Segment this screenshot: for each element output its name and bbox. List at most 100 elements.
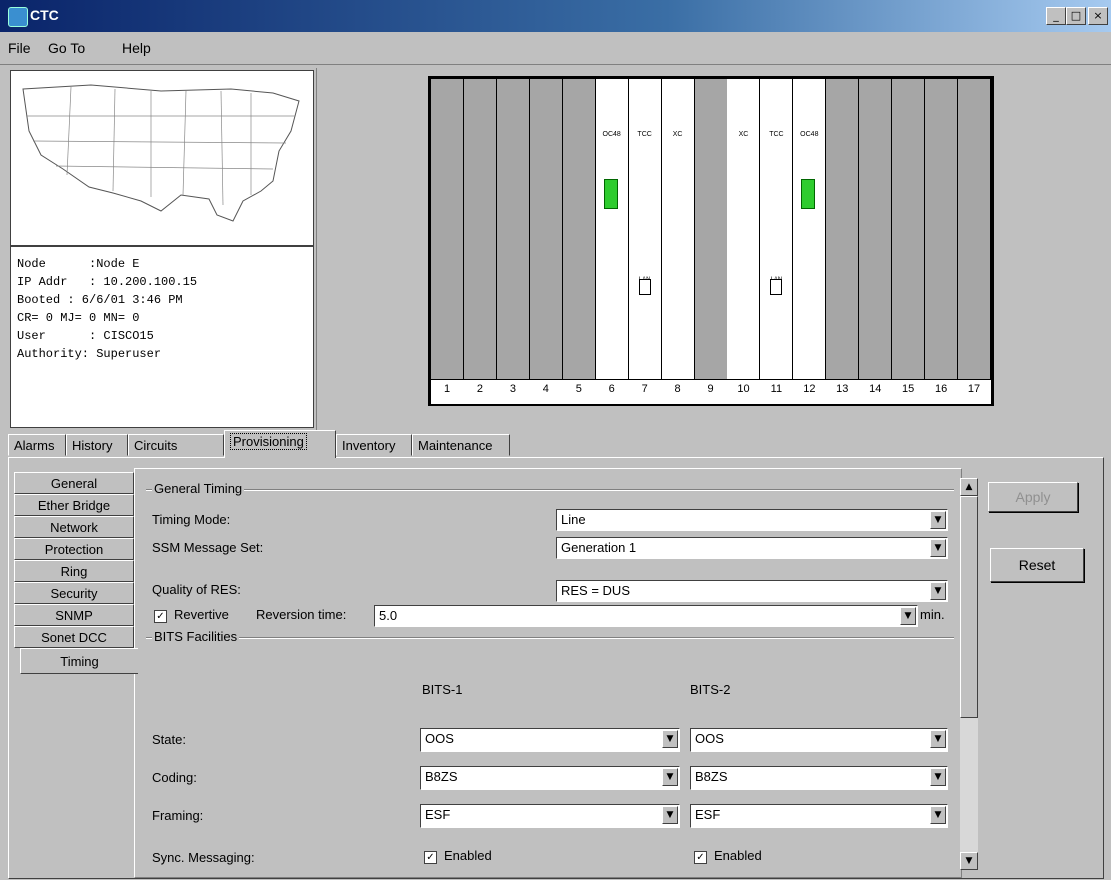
tab-history[interactable]: History (66, 434, 128, 456)
chevron-down-icon[interactable]: ▼ (662, 730, 678, 748)
bits-1-sync-label: Enabled (444, 848, 492, 863)
empty-slot-17[interactable] (958, 79, 992, 379)
empty-slot-15[interactable] (892, 79, 926, 379)
empty-slot-13[interactable] (826, 79, 860, 379)
window-title: CTC (30, 7, 59, 23)
quality-of-res-select[interactable]: RES = DUS ▼ (556, 580, 948, 602)
bits-1-coding-select[interactable]: B8ZS ▼ (420, 766, 680, 790)
sidetab-protection[interactable]: Protection (14, 538, 134, 560)
slot-number: 5 (575, 383, 582, 395)
card-slot-12[interactable]: OC48 (793, 79, 827, 379)
bits-2-framing-select[interactable]: ESF ▼ (690, 804, 948, 828)
chevron-down-icon[interactable]: ▼ (930, 539, 946, 557)
bits-1-sync-checkbox[interactable]: ✓ (424, 851, 437, 864)
chevron-down-icon[interactable]: ▼ (930, 511, 946, 529)
authority: Authority: Superuser (17, 347, 162, 361)
tab-inventory[interactable]: Inventory (336, 434, 412, 456)
slot-number: 17 (967, 383, 981, 395)
close-button[interactable]: × (1088, 7, 1108, 25)
vertical-scrollbar[interactable]: ▲ ▼ (960, 478, 978, 870)
slot-number: 12 (803, 383, 816, 395)
slot-number: 2 (476, 383, 483, 395)
card-slot-6[interactable]: OC48 (595, 79, 629, 379)
slot-number: 8 (674, 383, 681, 395)
card-slot-11[interactable]: TCCLAN (760, 79, 794, 379)
tab-circuits[interactable]: Circuits (128, 434, 224, 456)
minimize-button[interactable]: _ (1046, 7, 1066, 25)
empty-slot-9[interactable] (694, 79, 728, 379)
tab-provisioning[interactable]: Provisioning (224, 430, 336, 458)
menu-bar (0, 32, 1111, 60)
scroll-thumb[interactable] (960, 496, 978, 718)
card-label: OC48 (602, 131, 621, 138)
empty-slot-3[interactable] (496, 79, 530, 379)
empty-slot-1[interactable] (431, 79, 464, 379)
slot-number: 10 (737, 383, 750, 395)
node-info-panel: Node :Node E IP Addr : 10.200.100.15 Boo… (10, 246, 314, 428)
status-led-icon (801, 179, 816, 209)
card-label: XC (738, 131, 749, 138)
menu-file[interactable]: File (8, 40, 31, 56)
empty-slot-16[interactable] (925, 79, 959, 379)
bits-2-state-value: OOS (695, 731, 724, 746)
shelf-graphic[interactable]: OC48TCCLANXCXCTCCLANOC48 123456789101112… (428, 76, 994, 406)
bits-facilities-title: BITS Facilities (152, 629, 240, 644)
ssm-message-set-select[interactable]: Generation 1 ▼ (556, 537, 948, 559)
slot-number: 15 (902, 383, 915, 395)
app-icon[interactable] (8, 7, 28, 27)
revertive-checkbox[interactable]: ✓ (154, 610, 167, 623)
card-slot-8[interactable]: XC (661, 79, 695, 379)
chevron-down-icon[interactable]: ▼ (900, 607, 916, 625)
slot-number: 3 (509, 383, 516, 395)
apply-button[interactable]: Apply (988, 482, 1078, 512)
bits-2-coding-select[interactable]: B8ZS ▼ (690, 766, 948, 790)
tab-provisioning-label: Provisioning (230, 433, 307, 450)
bits-2-header: BITS-2 (690, 682, 731, 697)
card-slot-7[interactable]: TCCLAN (628, 79, 662, 379)
tab-alarms[interactable]: Alarms (8, 434, 66, 456)
empty-slot-2[interactable] (463, 79, 497, 379)
bits-1-framing-select[interactable]: ESF ▼ (420, 804, 680, 828)
bits-1-state-value: OOS (425, 731, 454, 746)
scroll-up-icon[interactable]: ▲ (960, 478, 978, 496)
sidetab-ether-bridge[interactable]: Ether Bridge (14, 494, 134, 516)
ssm-message-set-label: SSM Message Set: (152, 540, 264, 555)
coding-label: Coding: (152, 770, 197, 785)
scroll-down-icon[interactable]: ▼ (960, 852, 978, 870)
maximize-button[interactable]: □ (1066, 7, 1086, 25)
reset-button[interactable]: Reset (990, 548, 1084, 582)
menu-help[interactable]: Help (122, 40, 151, 56)
sidetab-general[interactable]: General (14, 472, 134, 494)
reversion-time-select[interactable]: 5.0 ▼ (374, 605, 918, 627)
sidetab-snmp[interactable]: SNMP (14, 604, 134, 626)
tab-maintenance[interactable]: Maintenance (412, 434, 510, 456)
empty-slot-4[interactable] (529, 79, 563, 379)
lan-port-icon (770, 279, 783, 295)
empty-slot-5[interactable] (562, 79, 596, 379)
timing-mode-select[interactable]: Line ▼ (556, 509, 948, 531)
card-label: XC (672, 131, 683, 138)
chevron-down-icon[interactable]: ▼ (930, 730, 946, 748)
bits-2-sync-checkbox[interactable]: ✓ (694, 851, 707, 864)
sidetab-ring[interactable]: Ring (14, 560, 134, 582)
status-led-icon (603, 179, 618, 209)
sidetab-network[interactable]: Network (14, 516, 134, 538)
chevron-down-icon[interactable]: ▼ (662, 768, 678, 786)
bits-1-state-select[interactable]: OOS ▼ (420, 728, 680, 752)
chevron-down-icon[interactable]: ▼ (930, 582, 946, 600)
chevron-down-icon[interactable]: ▼ (662, 806, 678, 824)
card-slot-10[interactable]: XC (727, 79, 761, 379)
bits-2-state-select[interactable]: OOS ▼ (690, 728, 948, 752)
sidetab-sonet-dcc[interactable]: Sonet DCC (14, 626, 134, 648)
menu-go-to[interactable]: Go To (48, 40, 85, 56)
bits-1-header: BITS-1 (422, 682, 463, 697)
ip-address: IP Addr : 10.200.100.15 (17, 275, 198, 289)
network-map[interactable] (10, 70, 314, 246)
sidetab-security[interactable]: Security (14, 582, 134, 604)
chevron-down-icon[interactable]: ▼ (930, 768, 946, 786)
empty-slot-14[interactable] (859, 79, 893, 379)
sidetab-timing[interactable]: Timing (20, 648, 138, 674)
chevron-down-icon[interactable]: ▼ (930, 806, 946, 824)
card-label: OC48 (800, 131, 819, 138)
slot-number: 14 (869, 383, 882, 395)
